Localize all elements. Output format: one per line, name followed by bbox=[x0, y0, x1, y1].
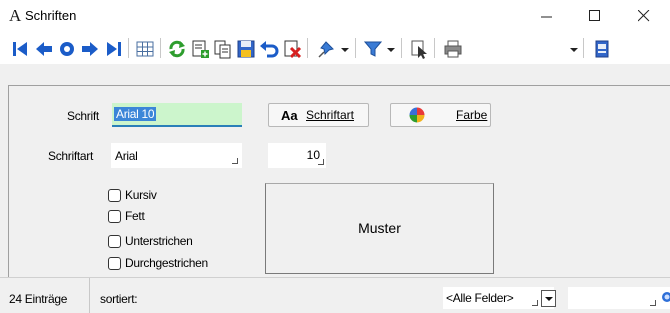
unterstrichen-label: Unterstrichen bbox=[125, 234, 193, 248]
table-icon[interactable] bbox=[134, 38, 156, 60]
filter-dropdown-arrow[interactable] bbox=[387, 48, 395, 52]
delete-icon[interactable] bbox=[281, 38, 303, 60]
pin-icon[interactable] bbox=[316, 38, 338, 60]
print-dropdown-arrow[interactable] bbox=[570, 48, 578, 52]
resize-grip-icon bbox=[650, 300, 656, 306]
save-icon[interactable] bbox=[235, 38, 257, 60]
minimize-icon bbox=[541, 16, 552, 18]
refresh-icon[interactable] bbox=[166, 38, 188, 60]
toolbar bbox=[0, 32, 670, 64]
size-input[interactable]: 10 bbox=[268, 143, 326, 168]
resize-grip-icon bbox=[532, 300, 538, 306]
maximize-button[interactable] bbox=[575, 0, 615, 32]
app-icon[interactable] bbox=[591, 38, 613, 60]
toolbar-separator bbox=[307, 38, 308, 58]
filter-icon[interactable] bbox=[362, 38, 384, 60]
copy-record-icon[interactable] bbox=[212, 38, 234, 60]
fields-combobox[interactable]: <Alle Felder> bbox=[443, 287, 554, 309]
minimize-button[interactable] bbox=[527, 0, 567, 32]
title-bar: A Schriften bbox=[0, 0, 670, 32]
undo-icon[interactable] bbox=[258, 38, 280, 60]
toolbar-separator bbox=[355, 38, 356, 58]
schriftart-button[interactable]: Aa Schriftart bbox=[268, 103, 369, 127]
last-record-icon[interactable] bbox=[102, 38, 124, 60]
pin-dropdown-arrow[interactable] bbox=[341, 48, 349, 52]
maximize-icon bbox=[589, 10, 600, 21]
toolbar-separator bbox=[401, 38, 402, 58]
chevron-down-icon bbox=[545, 297, 553, 301]
checkbox-box[interactable] bbox=[108, 257, 121, 270]
kursiv-label: Kursiv bbox=[125, 188, 157, 202]
search-record-icon[interactable] bbox=[56, 38, 78, 60]
search-input[interactable] bbox=[568, 287, 670, 309]
print-icon[interactable] bbox=[442, 38, 464, 60]
checkbox-box[interactable] bbox=[108, 210, 121, 223]
entries-count: 24 Einträge bbox=[9, 292, 68, 306]
color-palette-icon bbox=[409, 107, 425, 123]
schrift-input[interactable]: Arial 10 bbox=[112, 103, 242, 127]
resize-grip-icon bbox=[232, 158, 238, 164]
close-icon bbox=[638, 10, 650, 22]
schrift-value: Arial 10 bbox=[114, 107, 157, 121]
resize-grip-icon bbox=[318, 159, 324, 165]
toolbar-separator bbox=[160, 38, 161, 58]
status-entries-cell: 24 Einträge bbox=[0, 278, 90, 313]
farbe-button-label: Farbe bbox=[456, 108, 488, 122]
select-icon[interactable] bbox=[408, 38, 430, 60]
close-button[interactable] bbox=[624, 0, 664, 32]
durchgestrichen-label: Durchgestrichen bbox=[125, 256, 208, 270]
checkbox-box[interactable] bbox=[108, 235, 121, 248]
muster-text: Muster bbox=[358, 220, 401, 236]
checkbox-box[interactable] bbox=[108, 189, 121, 202]
fett-label: Fett bbox=[125, 209, 145, 223]
schriftart-button-label: Schriftart bbox=[306, 108, 355, 122]
app-icon: A bbox=[9, 6, 22, 25]
window-title: Schriften bbox=[25, 8, 77, 23]
fields-combobox-value: <Alle Felder> bbox=[446, 291, 514, 305]
font-aa-icon: Aa bbox=[281, 108, 298, 123]
toolbar-separator bbox=[583, 38, 584, 58]
status-bar: 24 Einträge sortiert: <Alle Felder> bbox=[0, 277, 670, 313]
schriftart-value: Arial bbox=[115, 149, 138, 163]
muster-preview: Muster bbox=[265, 183, 494, 274]
prev-record-icon[interactable] bbox=[33, 38, 55, 60]
schriftart-label: Schriftart bbox=[48, 149, 94, 163]
toolbar-separator bbox=[434, 38, 435, 58]
sorted-label: sortiert: bbox=[100, 292, 138, 306]
farbe-button[interactable]: Farbe bbox=[390, 103, 491, 127]
first-record-icon[interactable] bbox=[10, 38, 32, 60]
new-record-icon[interactable] bbox=[189, 38, 211, 60]
schriftart-combobox[interactable]: Arial bbox=[111, 143, 242, 168]
schrift-label: Schrift bbox=[67, 109, 99, 123]
search-icon[interactable] bbox=[660, 290, 670, 304]
fields-dropdown-button[interactable] bbox=[541, 290, 556, 307]
next-record-icon[interactable] bbox=[79, 38, 101, 60]
toolbar-separator bbox=[128, 38, 129, 58]
